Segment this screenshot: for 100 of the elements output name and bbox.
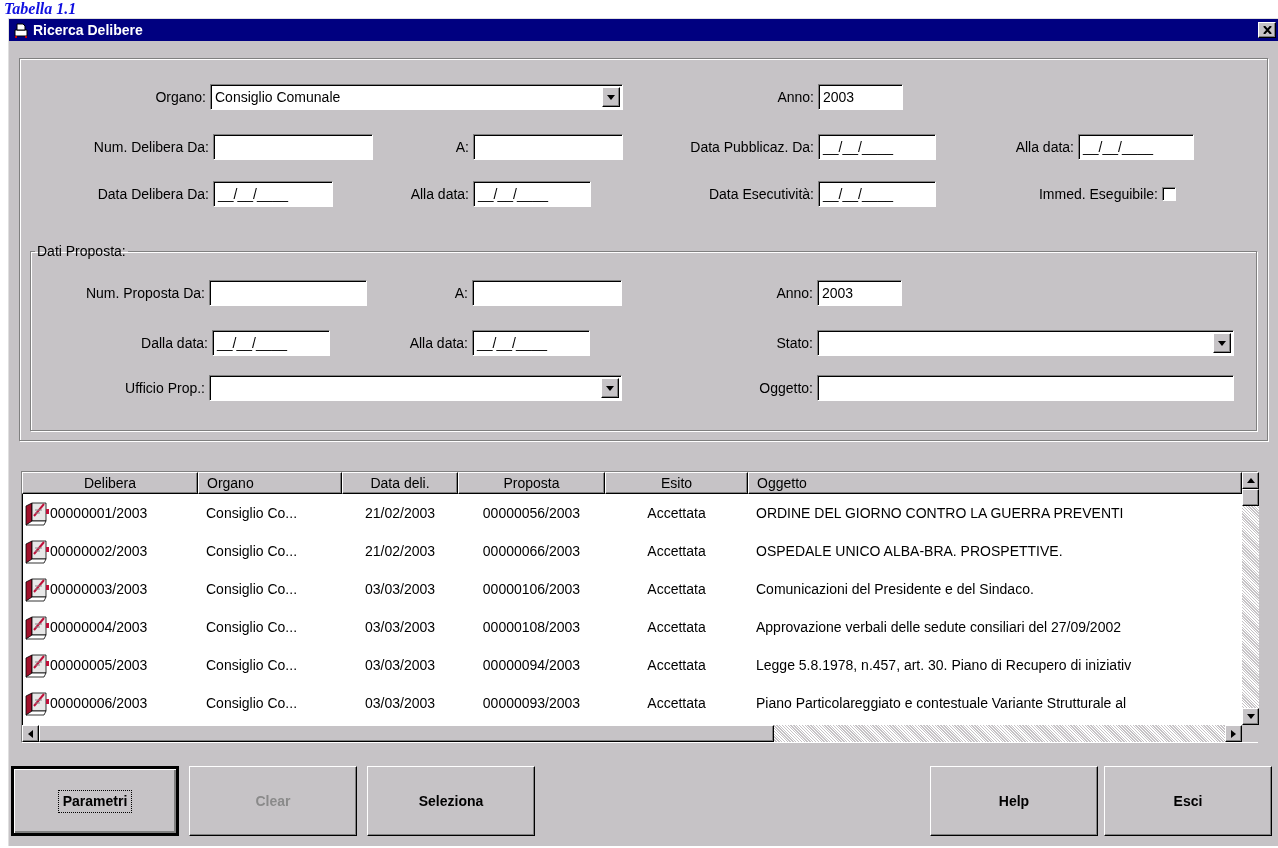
scrollbar-corner — [1242, 725, 1259, 742]
field-label: Stato: — [776, 333, 813, 353]
table-cell-text: Accettata — [647, 541, 706, 561]
scroll-thumb[interactable] — [39, 725, 774, 742]
close-icon — [1262, 26, 1272, 34]
column-header[interactable]: Delibera — [22, 472, 198, 494]
table-cell-text: 00000006/2003 — [50, 693, 148, 713]
table-cell-text: 21/02/2003 — [364, 541, 436, 561]
column-header[interactable]: Organo — [198, 472, 342, 494]
book-pen-icon — [24, 652, 50, 678]
table-cell-text: 03/03/2003 — [364, 655, 436, 675]
action-button[interactable]: Parametri — [11, 766, 179, 836]
window-icon — [13, 22, 29, 38]
scroll-arrow-button[interactable] — [1242, 472, 1259, 489]
table-cell-text: Consiglio Co... — [206, 541, 298, 561]
table-cell-text: 21/02/2003 — [364, 503, 436, 523]
table-cell-text: OSPEDALE UNICO ALBA-BRA. PROSPETTIVE. — [756, 541, 1063, 561]
dropdown-button[interactable] — [602, 87, 620, 107]
dropdown-field[interactable]: Consiglio Comunale — [210, 84, 623, 110]
input-field[interactable]: __/__/____ — [472, 330, 590, 356]
book-pen-icon — [24, 538, 50, 564]
vertical-scrollbar[interactable] — [1242, 472, 1259, 725]
input-field[interactable] — [472, 280, 622, 306]
scroll-thumb[interactable] — [1242, 489, 1259, 506]
field-label: Organo: — [155, 87, 206, 107]
table-cell-text: Accettata — [647, 579, 706, 599]
table-cell-text: 00000056/2003 — [482, 503, 581, 523]
input-field[interactable] — [209, 280, 367, 306]
caret-icon — [607, 94, 615, 100]
table-cell-text: 00000004/2003 — [50, 617, 148, 637]
table-cell-text: 03/03/2003 — [364, 617, 436, 637]
table-cell-text: 00000002/2003 — [50, 541, 148, 561]
input-field[interactable] — [213, 134, 373, 160]
group-label: Dati Proposta: — [36, 242, 127, 261]
table-cell-text: 00000108/2003 — [482, 617, 581, 637]
table-cell-text: Accettata — [647, 617, 706, 637]
field-label: Data Delibera Da: — [97, 184, 209, 204]
right-arrow-icon — [1231, 729, 1236, 738]
input-field[interactable]: __/__/____ — [818, 134, 936, 160]
field-label: A: — [454, 283, 468, 303]
scroll-arrow-button[interactable] — [22, 725, 39, 742]
field-label: Num. Proposta Da: — [85, 283, 205, 303]
table-cell-text: Legge 5.8.1978, n.457, art. 30. Piano di Recupero di iniziativ — [756, 655, 1132, 675]
column-header[interactable]: Esito — [605, 472, 748, 494]
table-cell-text: Approvazione verbali delle sedute consiliari del 27/09/2002 — [756, 617, 1122, 637]
field-label: A: — [455, 137, 469, 157]
caret-icon — [1218, 340, 1226, 346]
book-pen-icon — [24, 500, 50, 526]
action-button[interactable]: Help — [930, 766, 1098, 836]
input-field[interactable]: __/__/____ — [1078, 134, 1194, 160]
table-cell-text: Consiglio Co... — [206, 617, 298, 637]
input-field[interactable] — [817, 375, 1234, 401]
field-label: Dalla data: — [141, 333, 208, 353]
field-label: Alla data: — [410, 184, 469, 204]
dropdown-field[interactable] — [209, 375, 622, 401]
input-field[interactable]: 2003 — [818, 84, 903, 110]
input-field[interactable]: __/__/____ — [212, 330, 330, 356]
scroll-arrow-button[interactable] — [1225, 725, 1242, 742]
scroll-arrow-button[interactable] — [1242, 708, 1259, 725]
input-field[interactable]: __/__/____ — [213, 181, 333, 207]
column-header[interactable]: Data deli. — [342, 472, 458, 494]
field-label: Alla data: — [1015, 137, 1074, 157]
book-pen-icon — [24, 690, 50, 716]
table-cell-text: 00000005/2003 — [50, 655, 148, 675]
table-cell-text: 00000093/2003 — [482, 693, 581, 713]
table-cell-text: Accettata — [647, 655, 706, 675]
table-cell-text: 00000066/2003 — [482, 541, 581, 561]
field-label: Alla data: — [409, 333, 468, 353]
dropdown-button[interactable] — [601, 378, 619, 398]
table-cell-text: Accettata — [647, 503, 706, 523]
book-pen-icon — [24, 614, 50, 640]
input-field[interactable]: __/__/____ — [818, 181, 936, 207]
table-cell-text: 00000094/2003 — [482, 655, 581, 675]
table-cell-text: 00000003/2003 — [50, 579, 148, 599]
input-field[interactable] — [473, 134, 623, 160]
input-field[interactable]: __/__/____ — [473, 181, 591, 207]
input-field[interactable]: 2003 — [817, 280, 902, 306]
column-header[interactable]: Proposta — [458, 472, 605, 494]
close-button[interactable] — [1258, 22, 1276, 38]
horizontal-scrollbar[interactable] — [22, 725, 1242, 742]
table-cell-text: 00000106/2003 — [482, 579, 581, 599]
table-cell-text: Consiglio Co... — [206, 655, 298, 675]
caret-icon — [606, 385, 614, 391]
field-label: Ufficio Prop.: — [125, 378, 205, 398]
field-label: Oggetto: — [759, 378, 813, 398]
left-arrow-icon — [28, 729, 33, 738]
dropdown-field[interactable] — [817, 330, 1234, 356]
table-cell-text: 00000001/2003 — [50, 503, 148, 523]
table-cell-text: Piano Particolareggiato e contestuale Variante Strutturale al — [756, 693, 1127, 713]
window-title: Ricerca Delibere — [33, 20, 144, 40]
column-header[interactable]: Oggetto — [748, 472, 1242, 494]
field-label: Data Pubblicaz. Da: — [690, 137, 814, 157]
field-label: Data Esecutività: — [708, 184, 814, 204]
action-button[interactable]: Esci — [1104, 766, 1272, 836]
dropdown-button[interactable] — [1213, 333, 1231, 353]
table-cell-text: ORDINE DEL GIORNO CONTRO LA GUERRA PREVENTI — [756, 503, 1124, 523]
table-cell-text: 03/03/2003 — [364, 579, 436, 599]
action-button[interactable]: Seleziona — [367, 766, 535, 836]
checkbox[interactable] — [1162, 187, 1176, 201]
field-label: Anno: — [776, 283, 813, 303]
